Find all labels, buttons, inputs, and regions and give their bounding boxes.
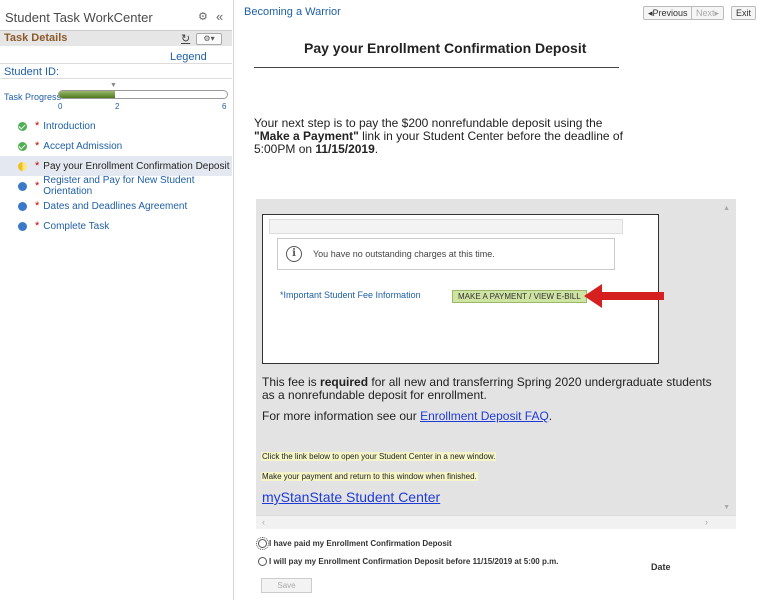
enrollment-deposit-faq-link[interactable]: Enrollment Deposit FAQ: [420, 409, 549, 423]
next-button[interactable]: Next▸: [691, 6, 725, 20]
task-progress-bar: [58, 90, 228, 99]
collapse-sidebar-icon[interactable]: «: [216, 9, 223, 24]
task-progress-label: Task Progress: [4, 92, 62, 102]
previous-button[interactable]: ◂Previous: [643, 6, 693, 20]
paid-option[interactable]: I have paid my Enrollment Confirmation D…: [256, 537, 452, 550]
step-orientation[interactable]: * Register and Pay for New Student Orien…: [0, 175, 232, 197]
complete-check-icon: [18, 141, 27, 151]
step-accept-admission[interactable]: * Accept Admission: [0, 136, 232, 156]
main-content: Becoming a Warrior ◂Previous Next▸ Exit …: [234, 0, 764, 600]
task-details-header: Task Details ↻ ⚙▾: [0, 30, 232, 46]
horizontal-scrollbar[interactable]: ‹ ›: [256, 515, 736, 529]
scroll-left-arrow-icon[interactable]: ‹: [262, 517, 265, 527]
progress-tick-end: 6: [222, 102, 227, 111]
step-introduction[interactable]: * Introduction: [0, 116, 232, 136]
step-label[interactable]: Dates and Deadlines Agreement: [43, 201, 187, 212]
step-label[interactable]: Introduction: [43, 121, 95, 132]
step-label[interactable]: Pay your Enrollment Confirmation Deposit: [43, 161, 229, 172]
pending-info-icon: [18, 201, 27, 211]
instruction-note: Make your payment and return to this win…: [261, 472, 478, 481]
paid-radio[interactable]: [256, 537, 269, 550]
task-progress-fill: [59, 91, 115, 98]
will-pay-radio[interactable]: [258, 557, 267, 566]
page-title: Pay your Enrollment Confirmation Deposit: [304, 40, 587, 56]
pending-info-icon: [18, 221, 27, 231]
refresh-icon[interactable]: ↻: [181, 32, 190, 45]
sidebar-title: Student Task WorkCenter: [5, 10, 153, 25]
fee-info-link: *Important Student Fee Information: [280, 290, 421, 300]
required-marker: *: [35, 140, 40, 152]
step-label[interactable]: Accept Admission: [43, 141, 122, 152]
required-marker: *: [35, 120, 40, 132]
faq-text: For more information see our: [262, 409, 421, 423]
scroll-right-arrow-icon[interactable]: ›: [705, 517, 708, 527]
sidebar: Student Task WorkCenter ⚙ « Task Details…: [0, 0, 234, 600]
intro-text: .: [374, 142, 379, 156]
will-pay-option[interactable]: I will pay my Enrollment Confirmation De…: [258, 557, 558, 566]
instructions-frame: ▲ ▼ i You have no outstanding charges at…: [256, 199, 736, 529]
divider: [0, 78, 232, 79]
paid-option-label: I have paid my Enrollment Confirmation D…: [269, 539, 452, 548]
pending-info-icon: [18, 181, 27, 191]
red-arrow-icon: [584, 284, 664, 308]
date-label: Date: [651, 562, 671, 572]
step-label[interactable]: Complete Task: [43, 221, 109, 232]
progress-marker-icon: ▼: [110, 82, 117, 89]
required-marker: *: [35, 200, 40, 212]
task-step-list: * Introduction * Accept Admission * Pay …: [0, 116, 232, 236]
no-charges-notice: i You have no outstanding charges at thi…: [277, 238, 615, 270]
scroll-up-arrow-icon[interactable]: ▲: [723, 205, 730, 212]
required-marker: *: [35, 220, 40, 232]
deadline-date: 11/15/2019: [315, 142, 375, 156]
student-center-link[interactable]: myStanState Student Center: [262, 489, 440, 505]
student-center-screenshot: i You have no outstanding charges at thi…: [262, 214, 664, 364]
notice-text: You have no outstanding charges at this …: [313, 249, 495, 259]
save-button[interactable]: Save: [261, 578, 312, 593]
fee-text: This fee is: [262, 375, 321, 389]
required-marker: *: [35, 180, 40, 192]
breadcrumb[interactable]: Becoming a Warrior: [244, 6, 341, 18]
fee-required-word: required: [320, 375, 369, 389]
step-complete-task[interactable]: * Complete Task: [0, 216, 232, 236]
divider: [0, 63, 232, 64]
student-id-label: Student ID:: [4, 66, 60, 78]
instruction-note: Click the link below to open your Studen…: [261, 452, 497, 461]
settings-gear-icon[interactable]: ⚙: [198, 10, 208, 23]
screenshot-toolbar: [269, 219, 623, 234]
task-details-label: Task Details: [4, 32, 68, 44]
will-pay-option-label: I will pay my Enrollment Confirmation De…: [269, 557, 559, 566]
exit-button[interactable]: Exit: [731, 6, 757, 20]
required-marker: *: [35, 160, 40, 172]
faq-text: .: [548, 409, 553, 423]
progress-tick-mid: 2: [115, 102, 120, 111]
task-options-gear-icon[interactable]: ⚙▾: [196, 33, 222, 45]
intro-paragraph: Your next step is to pay the $200 nonref…: [254, 117, 624, 156]
info-icon: i: [286, 246, 302, 262]
step-label[interactable]: Register and Pay for New Student Orienta…: [43, 175, 232, 197]
in-progress-icon: [18, 161, 27, 171]
title-divider: [254, 67, 619, 68]
progress-tick-start: 0: [58, 102, 63, 111]
step-pay-deposit[interactable]: * Pay your Enrollment Confirmation Depos…: [0, 156, 232, 176]
make-payment-ref: "Make a Payment": [254, 129, 359, 143]
step-dates-deadlines[interactable]: * Dates and Deadlines Agreement: [0, 196, 232, 216]
fee-required-paragraph: This fee is required for all new and tra…: [262, 376, 712, 402]
intro-text: Your next step is to pay the $200 nonref…: [254, 116, 603, 130]
legend-link[interactable]: Legend: [170, 51, 207, 63]
faq-paragraph: For more information see our Enrollment …: [262, 410, 712, 423]
make-payment-button: MAKE A PAYMENT / VIEW E-BILL: [452, 290, 587, 303]
scroll-down-arrow-icon[interactable]: ▼: [723, 504, 730, 511]
complete-check-icon: [18, 121, 27, 131]
